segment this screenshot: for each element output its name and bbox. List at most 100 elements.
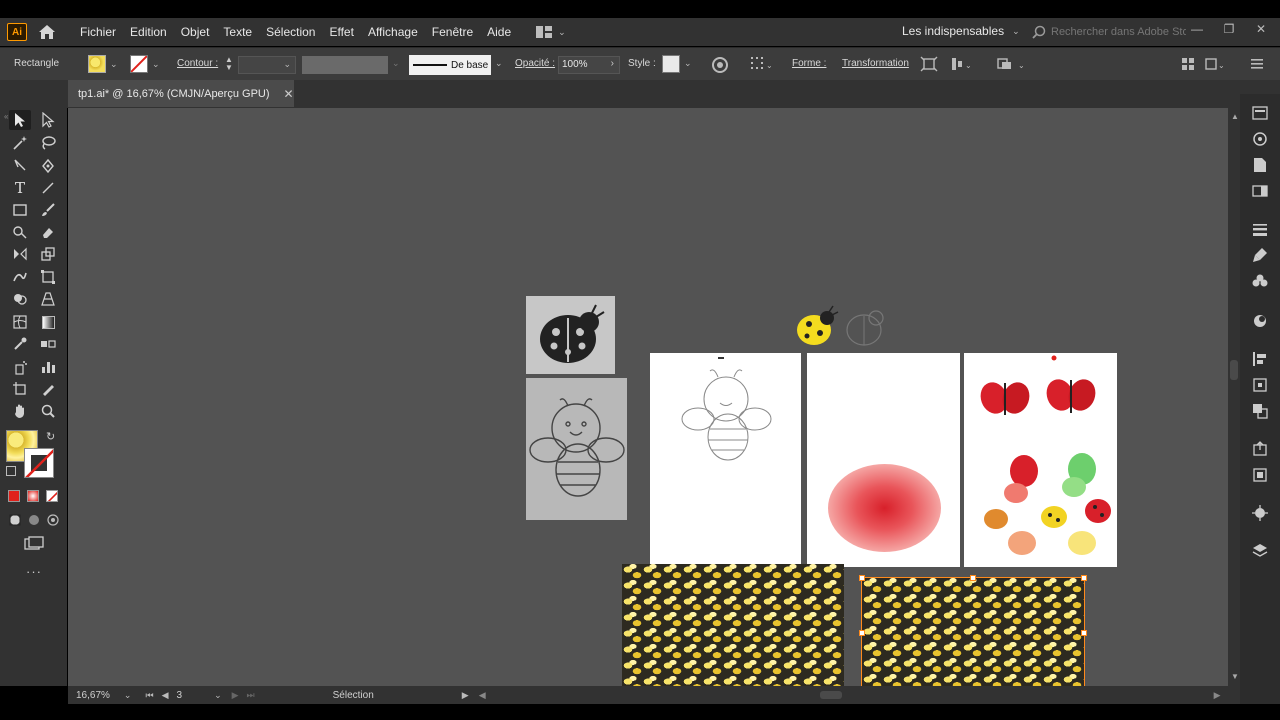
swap-colors-icon[interactable]: ↻ xyxy=(46,430,55,443)
vertical-scroll-thumb[interactable] xyxy=(1230,360,1238,380)
stroke-weight-stepper[interactable]: ▲ ▼ xyxy=(223,56,235,74)
chevron-down-icon[interactable]: ⌄ xyxy=(124,690,132,701)
gradient-ellipse[interactable] xyxy=(828,464,941,552)
eyedropper-tool-icon[interactable] xyxy=(9,334,31,354)
restore-icon[interactable]: ❐ xyxy=(1222,22,1236,36)
menu-edition[interactable]: Edition xyxy=(123,25,174,39)
selection-handle[interactable] xyxy=(1081,575,1087,581)
selection-handle[interactable] xyxy=(859,575,865,581)
artboards-panel-icon[interactable] xyxy=(1250,466,1270,484)
brushes-icon[interactable] xyxy=(1250,246,1270,264)
symbol-sprayer-tool-icon[interactable] xyxy=(9,357,31,377)
fill-control[interactable]: ⌄ xyxy=(88,55,118,73)
transform-panel-icon[interactable] xyxy=(1250,376,1270,394)
asset-export-icon[interactable] xyxy=(1250,440,1270,458)
layers-icon[interactable] xyxy=(1250,182,1270,200)
menu-fenetre[interactable]: Fenêtre xyxy=(425,25,480,39)
recolor-artwork-icon[interactable] xyxy=(711,56,729,77)
align-grid-icon[interactable]: ⌄ xyxy=(750,56,773,75)
transform-label[interactable]: Transformation xyxy=(842,58,909,69)
scroll-down-icon[interactable]: ▼ xyxy=(1231,672,1239,681)
stroke-label[interactable]: Contour : xyxy=(177,58,218,69)
bee-pattern-swatch[interactable] xyxy=(622,564,844,686)
menu-effet[interactable]: Effet xyxy=(322,25,360,39)
artboard-gradient[interactable] xyxy=(807,353,960,567)
close-tab-icon[interactable]: ✕ xyxy=(284,87,294,101)
pen-tool-icon[interactable] xyxy=(9,156,31,176)
graphic-style-swatch[interactable] xyxy=(662,55,680,73)
color-mode-icon[interactable] xyxy=(8,490,20,502)
scroll-up-icon[interactable]: ▲ xyxy=(1231,112,1239,121)
zoom-level[interactable]: 16,67% xyxy=(76,690,110,701)
selection-handle[interactable] xyxy=(1081,630,1087,636)
color-guide-icon[interactable] xyxy=(1250,504,1270,522)
curvature-pen-icon[interactable] xyxy=(37,156,59,176)
hand-tool-icon[interactable] xyxy=(9,401,31,421)
pathfinder-icon[interactable] xyxy=(1250,402,1270,420)
menu-fichier[interactable]: Fichier xyxy=(73,25,123,39)
line-tool-icon[interactable] xyxy=(37,178,59,198)
direct-selection-tool-icon[interactable] xyxy=(37,110,59,130)
type-tool-icon[interactable]: T xyxy=(9,178,31,198)
properties-icon[interactable] xyxy=(1250,104,1270,122)
free-transform-tool-icon[interactable] xyxy=(37,267,59,287)
ladybug-color-artwork[interactable] xyxy=(796,304,892,352)
selection-handle[interactable] xyxy=(970,575,976,581)
draw-normal-icon[interactable] xyxy=(8,513,22,530)
panel-layout-icon[interactable] xyxy=(1180,56,1196,75)
variable-width-profile[interactable] xyxy=(302,56,388,74)
magic-wand-tool-icon[interactable] xyxy=(9,133,31,153)
menu-affichage[interactable]: Affichage xyxy=(361,25,425,39)
gradient-tool-icon[interactable] xyxy=(37,312,59,332)
warp-tool-icon[interactable] xyxy=(9,267,31,287)
more-tools-icon[interactable]: ··· xyxy=(26,564,42,579)
bee-sketch-artwork[interactable] xyxy=(526,378,627,520)
selection-handle[interactable] xyxy=(859,630,865,636)
last-artboard-icon[interactable]: ⏭ xyxy=(247,690,255,701)
zoom-tool-icon[interactable] xyxy=(37,401,59,421)
close-icon[interactable]: ✕ xyxy=(1254,22,1268,36)
reflect-tool-icon[interactable] xyxy=(9,244,31,264)
home-icon[interactable] xyxy=(37,22,57,42)
fill-swatch[interactable] xyxy=(88,55,106,73)
rectangle-tool-icon[interactable] xyxy=(9,200,31,220)
stroke-weight-field[interactable]: ⌄ xyxy=(238,56,296,74)
selection-tool-icon[interactable] xyxy=(9,110,31,130)
stroke-panel-icon[interactable] xyxy=(1250,220,1270,238)
scroll-right-icon[interactable]: ▶ xyxy=(1214,690,1221,701)
paintbrush-tool-icon[interactable] xyxy=(37,200,59,220)
first-artboard-icon[interactable]: ⏮ xyxy=(145,690,153,701)
eraser-tool-icon[interactable] xyxy=(37,222,59,242)
layers-stack-icon[interactable] xyxy=(1250,542,1270,560)
ladybug-icon-artwork[interactable] xyxy=(526,296,615,374)
brush-definition-field[interactable]: De base xyxy=(409,55,491,75)
gradient-mode-icon[interactable] xyxy=(27,490,39,502)
arrange-documents-button[interactable]: ⌄ xyxy=(536,26,566,38)
arrange-icon[interactable]: ⌄ xyxy=(996,56,1032,75)
none-mode-icon[interactable] xyxy=(46,490,58,502)
isolate-object-icon[interactable] xyxy=(920,56,938,75)
mesh-tool-icon[interactable] xyxy=(9,312,31,332)
opacity-field[interactable]: 100% › xyxy=(558,56,620,74)
artboard-butterflies[interactable] xyxy=(964,353,1117,567)
libraries-icon[interactable] xyxy=(1250,130,1270,148)
draw-behind-icon[interactable] xyxy=(27,513,41,530)
perspective-grid-tool-icon[interactable] xyxy=(37,289,59,309)
scroll-left-icon[interactable]: ◀ xyxy=(479,690,486,701)
chevron-down-icon[interactable]: ⌄ xyxy=(214,690,222,701)
align-options-icon[interactable]: ⌄ xyxy=(950,56,972,75)
shaper-tool-icon[interactable] xyxy=(9,222,31,242)
document-tab[interactable]: tp1.ai* @ 16,67% (CMJN/Aperçu GPU) ✕ xyxy=(68,80,294,107)
status-menu-icon[interactable]: ▶ xyxy=(462,690,469,701)
artboard-options-icon[interactable]: ⌄ xyxy=(1204,56,1228,75)
stroke-color-swatch[interactable] xyxy=(24,448,54,478)
shape-label[interactable]: Forme : xyxy=(792,58,826,69)
menu-objet[interactable]: Objet xyxy=(174,25,217,39)
canvas-area[interactable] xyxy=(68,108,1228,686)
default-colors-icon[interactable] xyxy=(6,466,16,476)
symbols-icon[interactable] xyxy=(1250,272,1270,290)
shape-builder-tool-icon[interactable] xyxy=(9,289,31,309)
stock-search[interactable] xyxy=(1032,22,1192,42)
screen-mode-icon[interactable] xyxy=(24,536,44,555)
next-artboard-icon[interactable]: ▶ xyxy=(232,690,239,701)
